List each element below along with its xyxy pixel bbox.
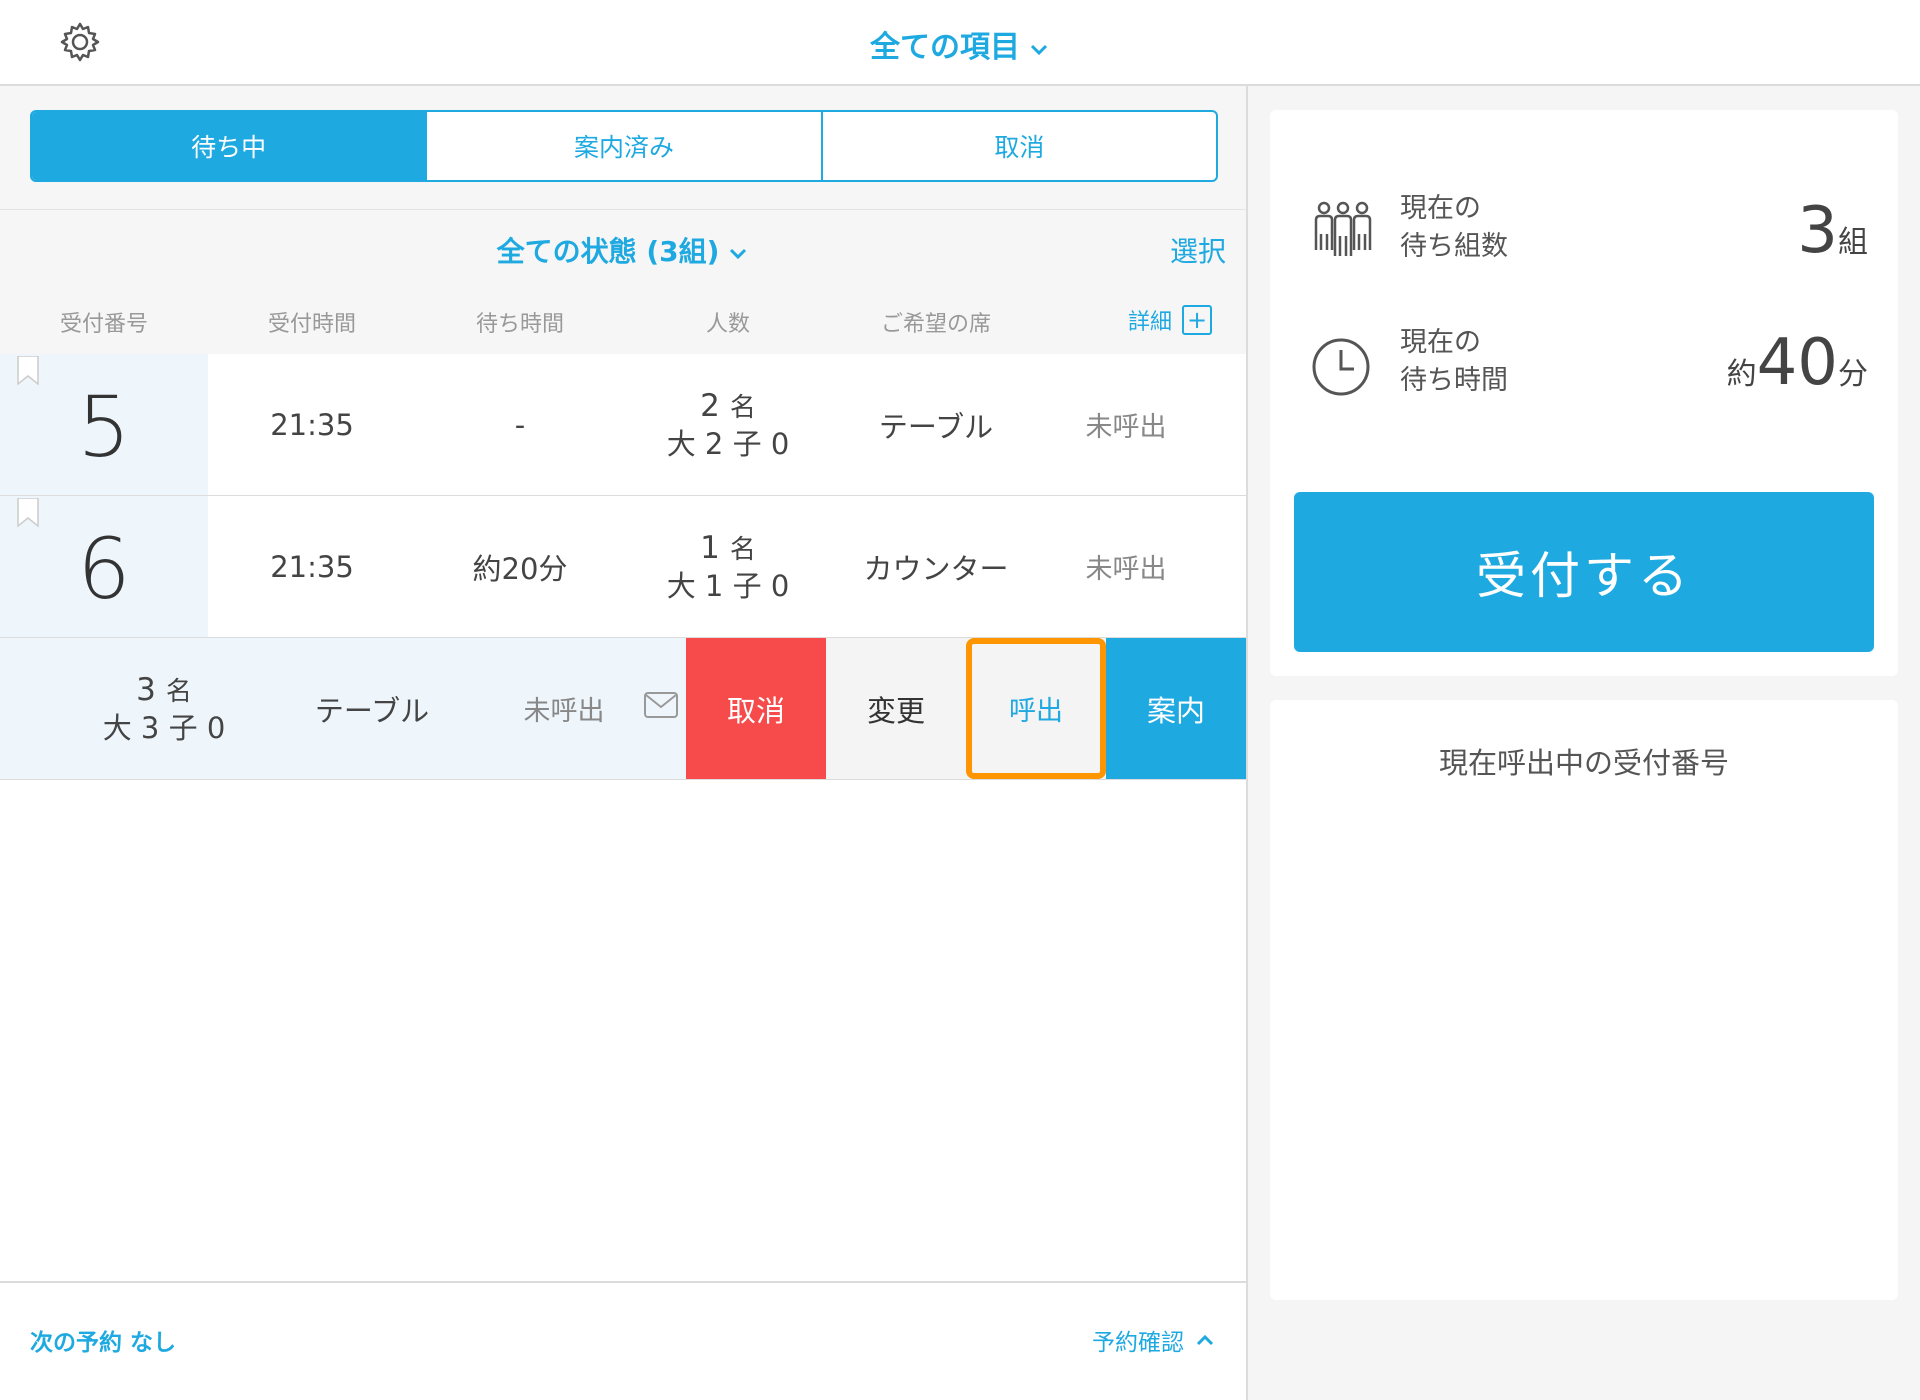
guide-button[interactable]: 案内 <box>1106 638 1246 779</box>
mail-icon <box>644 692 678 718</box>
table-row[interactable]: 6 21:35 約20分 1名 大 1 子 0 カウンター 未呼出 <box>0 496 1246 638</box>
reservation-check-button[interactable]: 予約確認 <box>1092 1323 1216 1357</box>
calling-title: 現在呼出中の受付番号 <box>1438 746 1729 780</box>
detail-button[interactable]: 詳細 + <box>1128 304 1213 336</box>
table-row-swiped[interactable]: 3名 大 3 子 0 テーブル 未呼出 取消 変更 呼出 案内 <box>0 638 1246 780</box>
reservation-footer: 次の予約 なし 予約確認 <box>0 1281 1246 1400</box>
summary-card: 現在の 待ち組数 3組 現在の 待ち時間 約40分 受付する <box>1270 110 1898 676</box>
people-icon <box>1314 201 1372 256</box>
call-status: 未呼出 <box>523 696 605 727</box>
status-segmented-control: 待ち中 案内済み 取消 <box>30 110 1218 182</box>
tab-bar: 待ち中 案内済み 取消 <box>0 86 1246 210</box>
wait-time: 約20分 <box>472 551 568 586</box>
chevron-up-icon <box>1196 1334 1214 1346</box>
table-row[interactable]: 5 21:35 - 2名 大 2 子 0 テーブル 未呼出 <box>0 354 1246 496</box>
party-size: 3名 大 3 子 0 <box>64 638 264 779</box>
tab-cancelled[interactable]: 取消 <box>820 112 1216 180</box>
status-filter[interactable]: 全ての状態 (3組) <box>0 230 1246 270</box>
reception-time: 21:35 <box>270 549 354 584</box>
reception-time: 21:35 <box>270 407 354 442</box>
select-button[interactable]: 選択 <box>1170 230 1226 270</box>
column-header: 受付時間 <box>267 312 356 337</box>
party-size: 1名 大 1 子 0 <box>628 496 828 637</box>
next-reservation: 次の予約 なし <box>30 1330 177 1356</box>
cancel-button[interactable]: 取消 <box>686 638 826 779</box>
header-title[interactable]: 全ての項目 <box>0 22 1920 66</box>
call-button[interactable]: 呼出 <box>966 638 1106 779</box>
column-header: ご希望の席 <box>880 312 991 337</box>
ticket-number: 5 <box>77 378 131 476</box>
party-breakdown: 大 1 子 0 <box>666 568 790 603</box>
wait-time: - <box>514 407 526 442</box>
wait-time-label: 現在の 待ち時間 <box>1400 327 1508 396</box>
column-header: 受付番号 <box>59 312 148 337</box>
seat-preference: テーブル <box>878 409 994 444</box>
change-button[interactable]: 変更 <box>826 638 966 779</box>
filter-bar: 全ての状態 (3組) 選択 受付番号 受付時間 待ち時間 人数 ご希望の席 詳細… <box>0 210 1246 360</box>
wait-time-value: 約40分 <box>1726 326 1868 400</box>
ticket-number: 6 <box>77 520 131 618</box>
chevron-down-icon <box>730 248 747 260</box>
tab-waiting[interactable]: 待ち中 <box>32 112 426 180</box>
header: 全ての項目 <box>0 0 1920 86</box>
register-button[interactable]: 受付する <box>1294 492 1874 652</box>
call-status: 未呼出 <box>1085 554 1167 585</box>
plus-icon: + <box>1182 305 1213 335</box>
seat-preference: カウンター <box>863 551 1009 586</box>
column-header: 人数 <box>705 312 750 337</box>
tab-guided[interactable]: 案内済み <box>425 112 820 180</box>
waiting-list-panel: 待ち中 案内済み 取消 全ての状態 (3組) 選択 受付番号 受付時間 待ち時間… <box>0 86 1248 1400</box>
ticket-number-cell: 6 <box>0 496 208 637</box>
chevron-down-icon <box>1030 44 1048 55</box>
clock-icon <box>1312 338 1370 396</box>
seat-preference: テーブル <box>314 693 430 728</box>
call-status: 未呼出 <box>1085 412 1167 443</box>
waiting-groups-value: 3組 <box>1797 194 1868 268</box>
column-header: 待ち時間 <box>475 312 564 337</box>
party-breakdown: 大 3 子 0 <box>102 710 226 745</box>
calling-card: 現在呼出中の受付番号 <box>1270 700 1898 1300</box>
party-breakdown: 大 2 子 0 <box>666 426 790 461</box>
waiting-groups-label: 現在の 待ち組数 <box>1400 193 1508 262</box>
party-size: 2名 大 2 子 0 <box>628 354 828 495</box>
ticket-number-cell: 5 <box>0 354 208 495</box>
